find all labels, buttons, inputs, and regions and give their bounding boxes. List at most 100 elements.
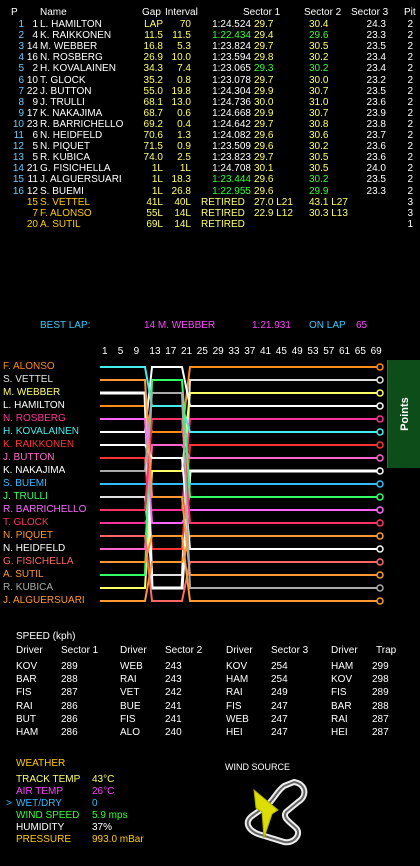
cell-s1: 29.4 xyxy=(254,30,274,42)
cell-pit: 2 xyxy=(407,152,413,164)
cell-gap: 35.2 xyxy=(143,74,163,86)
table-row[interactable]: 2 4 K. RAIKKONEN 11.5 11.5 1:22.434 29.4 29.6 23… xyxy=(0,30,420,41)
cell-interval: 13.0 xyxy=(171,96,191,108)
position-end-marker xyxy=(376,493,384,501)
cell-s2: 30.7 xyxy=(309,85,329,97)
cell-p: 11 xyxy=(13,130,24,141)
cell-s3: 23.3 xyxy=(366,185,386,197)
table-row[interactable]: 7 22 J. BUTTON 55.0 19.8 1:24.304 29.9 30.7 23.5… xyxy=(0,86,420,97)
col-sector1: Sector 1 xyxy=(243,7,281,18)
cell-pit: 2 xyxy=(407,141,413,153)
speed-cell: 288 xyxy=(61,674,78,686)
cell-p: 9 xyxy=(18,107,24,119)
speed-cell: 286 xyxy=(61,727,78,738)
cell-p: 15 xyxy=(12,174,24,186)
table-row[interactable]: 16 12 S. BUEMI 1L 26.8 1:22.955 29.6 29.9 23.3 2 xyxy=(0,186,420,197)
cell-name: R. KUBICA xyxy=(40,152,91,164)
cell-interval: 26.8 xyxy=(171,185,191,197)
speed-cell: RAI xyxy=(226,687,243,699)
cell-s1: 29.3 xyxy=(254,63,274,75)
cell-name: G. FISICHELLA xyxy=(40,163,111,175)
cell-time: 1:23.078 xyxy=(212,74,251,86)
table-row[interactable]: 4 16 N. ROSBERG 26.9 10.0 1:23.594 29.8 30.2 23.… xyxy=(0,52,420,63)
points-tab[interactable]: Points xyxy=(387,360,420,468)
position-line xyxy=(100,366,380,433)
cell-pit: 2 xyxy=(407,85,413,97)
table-row[interactable]: 1 1 L. HAMILTON LAP 70 1:24.524 29.7 30.4 24.3 2 xyxy=(0,19,420,30)
weather-label[interactable]: AIR TEMP xyxy=(16,786,63,798)
cell-pit: 2 xyxy=(407,174,413,186)
selected-indicator: > xyxy=(6,797,12,809)
table-row[interactable]: 20 A. SUTIL 69L 14L RETIRED 1 xyxy=(0,219,420,230)
speed-title: SPEED (kph) xyxy=(16,631,76,642)
cell-name: M. WEBBER xyxy=(40,41,98,53)
cell-num: 10 xyxy=(26,74,38,86)
cell-num: 9 xyxy=(32,96,38,108)
cell-gap: 26.9 xyxy=(143,52,163,64)
cell-pit: 2 xyxy=(407,63,413,75)
table-row[interactable]: 8 9 J. TRULLI 68.1 13.0 1:24.736 30.0 31.0 23.6 2 xyxy=(0,97,420,108)
position-end-marker xyxy=(376,571,384,579)
table-row[interactable]: 10 23 R. BARRICHELLO 69.2 0.4 1:24.642 29.7 30.… xyxy=(0,119,420,130)
speed-cell: HAM xyxy=(331,661,354,672)
cell-num: 7 xyxy=(32,207,38,219)
cell-interval: 18.3 xyxy=(171,174,191,186)
table-row[interactable]: 11 6 N. HEIDFELD 70.6 1.3 1:24.082 29.6 30.6 23.… xyxy=(0,130,420,141)
table-row[interactable]: 7 F. ALONSO 55L 14L RETIRED 22.9 L12 30.3 L13 3 xyxy=(0,208,420,219)
weather-label[interactable]: HUMIDITY xyxy=(16,822,64,834)
col-sector2: Sector 2 xyxy=(304,7,342,18)
speed-cell: BUE xyxy=(120,700,141,712)
table-row[interactable]: 6 10 T. GLOCK 35.2 0.8 1:23.078 29.7 30.0 23.2 2 xyxy=(0,75,420,86)
cell-pit: 2 xyxy=(407,52,413,64)
weather-value: 43°C xyxy=(92,774,115,785)
position-line xyxy=(100,535,380,602)
weather-label[interactable]: PRESSURE xyxy=(16,834,71,846)
cell-p: 3 xyxy=(18,41,24,53)
best-lap-number: 65 xyxy=(356,320,368,331)
table-row[interactable]: 3 14 M. WEBBER 16.8 5.3 1:23.824 29.7 30.5 23.5 2 xyxy=(0,41,420,52)
cell-interval: 0.4 xyxy=(177,118,191,130)
table-row[interactable]: 13 5 R. KUBICA 74.0 2.5 1:23.823 29.7 30.5 23.6 2 xyxy=(0,152,420,163)
table-row[interactable]: 5 2 H. KOVALAINEN 34.3 7.4 1:23.065 29.3 30.2 23… xyxy=(0,63,420,74)
table-row[interactable]: 14 21 G. FISICHELLA 1L 1L 1:24.708 30.1 30.5 24.… xyxy=(0,163,420,174)
speed-cell: FIS xyxy=(226,700,242,712)
weather-label[interactable]: WET/DRY xyxy=(16,798,62,810)
cell-s1: 29.7 xyxy=(254,19,274,30)
position-end-marker xyxy=(376,454,384,462)
table-row[interactable]: 9 17 K. NAKAJIMA 68.7 0.6 1:24.668 29.9 30.7 23.… xyxy=(0,108,420,119)
weather-value: 26°C xyxy=(92,785,115,797)
cell-num: 1 xyxy=(32,19,38,30)
speed-cell: 286 xyxy=(61,700,78,712)
best-lap-label: BEST LAP: xyxy=(40,320,91,331)
cell-p: 4 xyxy=(18,52,24,64)
cell-num: 5 xyxy=(32,152,38,164)
wind-source-label: WIND SOURCE xyxy=(225,762,290,772)
weather-value: 0 xyxy=(92,797,98,809)
cell-time: 1:23.594 xyxy=(212,52,251,64)
cell-time: 1:24.304 xyxy=(212,85,251,97)
speed-cell: 254 xyxy=(271,674,288,686)
cell-s2: 43.1 L27 xyxy=(309,196,348,208)
position-line xyxy=(100,379,380,576)
cell-gap: LAP xyxy=(144,19,163,30)
speed-cell: FIS xyxy=(16,687,32,699)
speed-cell: KOV xyxy=(226,661,248,672)
speed-cell: Driver xyxy=(16,645,43,656)
cell-num: 20 xyxy=(26,218,38,230)
speed-cell: 247 xyxy=(271,727,288,738)
cell-p: 2 xyxy=(18,30,24,42)
weather-value: 5.9 mps xyxy=(92,809,128,821)
cell-name: R. BARRICHELLO xyxy=(40,118,124,130)
cell-name: J. TRULLI xyxy=(40,96,85,108)
weather-label[interactable]: TRACK TEMP xyxy=(16,774,80,786)
table-row[interactable]: 15 S. VETTEL 41L 40L RETIRED 27.0 L21 43.1 L27… xyxy=(0,197,420,208)
cell-pit: 1 xyxy=(407,218,413,230)
table-row[interactable]: 12 5 N. PIQUET 71.5 0.9 1:23.509 29.6 30.2 23.6 2 xyxy=(0,141,420,152)
position-line xyxy=(100,366,380,433)
speed-cell: HAM xyxy=(226,674,249,686)
table-row[interactable]: 15 11 J. ALGUERSUARI 1L 18.3 1:23.444 29.6 30.2… xyxy=(0,174,420,185)
position-line xyxy=(100,391,380,590)
speed-cell: KOV xyxy=(16,661,38,672)
position-line xyxy=(100,366,380,433)
weather-label[interactable]: WIND SPEED xyxy=(16,810,79,822)
